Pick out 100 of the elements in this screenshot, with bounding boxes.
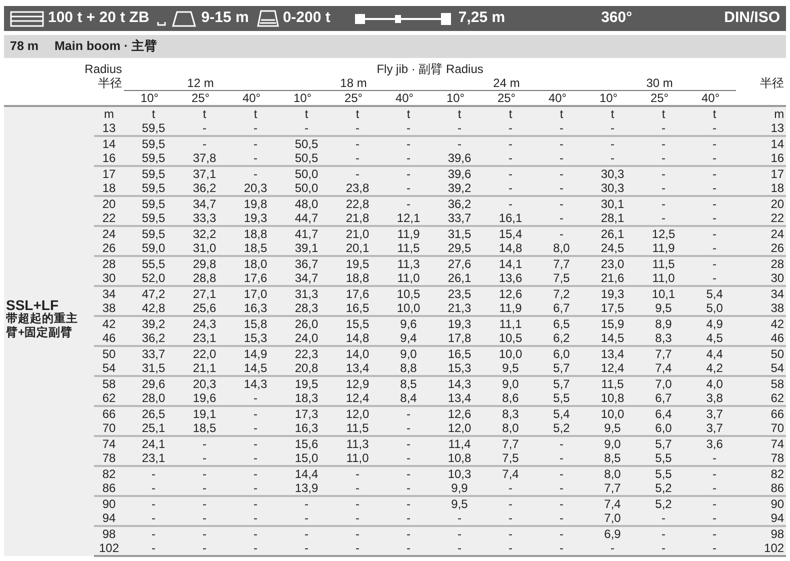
load-cell: 11,5 bbox=[328, 421, 380, 436]
load-cell: 21,1 bbox=[175, 361, 226, 376]
radius-cell: 102 bbox=[94, 541, 124, 556]
unit-label: t bbox=[685, 106, 736, 121]
load-cell: 17,5 bbox=[583, 301, 634, 316]
load-cell: 29,6 bbox=[124, 376, 176, 391]
jib-length: 12 m bbox=[124, 76, 278, 90]
load-cell: - bbox=[532, 166, 584, 181]
load-cell: 5,0 bbox=[685, 301, 736, 316]
load-cell: - bbox=[175, 511, 226, 526]
load-cell: - bbox=[532, 541, 584, 556]
load-cell: 8,5 bbox=[583, 451, 634, 466]
radius-cell: 22 bbox=[94, 211, 124, 226]
load-cell: - bbox=[481, 196, 532, 211]
load-cell: - bbox=[532, 526, 584, 541]
load-cell: - bbox=[277, 541, 328, 556]
load-cell: 17,6 bbox=[328, 286, 380, 301]
load-cell: 11,4 bbox=[430, 436, 482, 451]
load-cell: 12,1 bbox=[379, 211, 430, 226]
load-cell: 12,6 bbox=[430, 406, 482, 421]
load-cell: 15,9 bbox=[583, 316, 634, 331]
load-cell: - bbox=[226, 496, 278, 511]
load-cell: 31,3 bbox=[277, 286, 328, 301]
load-cell: 50,5 bbox=[277, 136, 328, 151]
load-cell: 21,3 bbox=[430, 301, 482, 316]
load-cell: 18,8 bbox=[328, 271, 380, 286]
radius-cell: 20 bbox=[94, 196, 124, 211]
radius-cell: 90 bbox=[736, 496, 786, 511]
load-cell: 18,5 bbox=[226, 241, 278, 256]
load-cell: - bbox=[532, 436, 584, 451]
load-cell: 3,7 bbox=[685, 421, 736, 436]
unit-label: t bbox=[532, 106, 584, 121]
load-cell: 30,3 bbox=[583, 181, 634, 196]
load-cell: 8,3 bbox=[634, 331, 686, 346]
load-cell: 36,2 bbox=[430, 196, 482, 211]
load-cell: 6,9 bbox=[583, 526, 634, 541]
load-cell: - bbox=[685, 541, 736, 556]
load-cell: 12,0 bbox=[430, 421, 482, 436]
load-cell: 5,2 bbox=[634, 481, 686, 496]
load-cell: 59,5 bbox=[124, 211, 176, 226]
load-cell: 59,5 bbox=[124, 226, 176, 241]
load-cell: - bbox=[175, 481, 226, 496]
angle-label: 40° bbox=[226, 90, 278, 106]
load-cell: 4,2 bbox=[685, 361, 736, 376]
load-cell: 9,0 bbox=[583, 436, 634, 451]
load-cell: 8,5 bbox=[379, 376, 430, 391]
load-cell: 37,8 bbox=[175, 151, 226, 166]
load-cell: - bbox=[532, 121, 584, 136]
load-cell: 21,6 bbox=[583, 271, 634, 286]
radius-cell: 18 bbox=[94, 181, 124, 196]
load-cell: 11,3 bbox=[379, 256, 430, 271]
angle-label: 10° bbox=[277, 90, 328, 106]
load-cell: - bbox=[532, 151, 584, 166]
radius-cell: 26 bbox=[736, 241, 786, 256]
load-cell: 28,3 bbox=[277, 301, 328, 316]
load-cell: - bbox=[685, 136, 736, 151]
load-cell: - bbox=[328, 481, 380, 496]
load-cell: - bbox=[328, 511, 380, 526]
load-cell: - bbox=[226, 166, 278, 181]
load-cell: 21,8 bbox=[328, 211, 380, 226]
load-cell: 22,8 bbox=[328, 196, 380, 211]
radius-cell: 50 bbox=[736, 346, 786, 361]
load-cell: 24,0 bbox=[277, 331, 328, 346]
load-cell: 16,1 bbox=[481, 211, 532, 226]
load-cell: - bbox=[277, 526, 328, 541]
plates-icon bbox=[10, 10, 44, 26]
load-cell: - bbox=[532, 511, 584, 526]
radius-cell: 66 bbox=[736, 406, 786, 421]
load-cell: 48,0 bbox=[277, 196, 328, 211]
load-cell: 10,0 bbox=[379, 301, 430, 316]
load-cell: 31,5 bbox=[124, 361, 176, 376]
load-cell: 16,3 bbox=[277, 421, 328, 436]
load-cell: 14,5 bbox=[226, 361, 278, 376]
load-cell: 37,1 bbox=[175, 166, 226, 181]
load-cell: - bbox=[226, 511, 278, 526]
load-cell: 33,7 bbox=[430, 211, 482, 226]
load-cell: - bbox=[532, 481, 584, 496]
load-cell: 22,3 bbox=[277, 346, 328, 361]
load-cell: - bbox=[532, 211, 584, 226]
load-cell: - bbox=[226, 466, 278, 481]
radius-label: 半径 bbox=[736, 76, 786, 90]
load-cell: - bbox=[532, 196, 584, 211]
load-cell: 7,7 bbox=[532, 256, 584, 271]
load-cell: 19,5 bbox=[328, 256, 380, 271]
load-cell: 10,5 bbox=[379, 286, 430, 301]
radius-cell: 58 bbox=[94, 376, 124, 391]
load-cell: 23,8 bbox=[328, 181, 380, 196]
load-cell: - bbox=[481, 166, 532, 181]
radius-cell: 74 bbox=[94, 436, 124, 451]
load-cell: - bbox=[226, 136, 278, 151]
radius-cell: 98 bbox=[736, 526, 786, 541]
load-cell: 9,5 bbox=[634, 301, 686, 316]
load-cell: 8,6 bbox=[481, 391, 532, 406]
unit-label: t bbox=[328, 106, 380, 121]
load-cell: 15,5 bbox=[328, 316, 380, 331]
angle-label: 10° bbox=[124, 90, 176, 106]
unit-label: t bbox=[430, 106, 482, 121]
load-cell: - bbox=[481, 526, 532, 541]
load-cell: 39,1 bbox=[277, 241, 328, 256]
radius-cell: 46 bbox=[736, 331, 786, 346]
